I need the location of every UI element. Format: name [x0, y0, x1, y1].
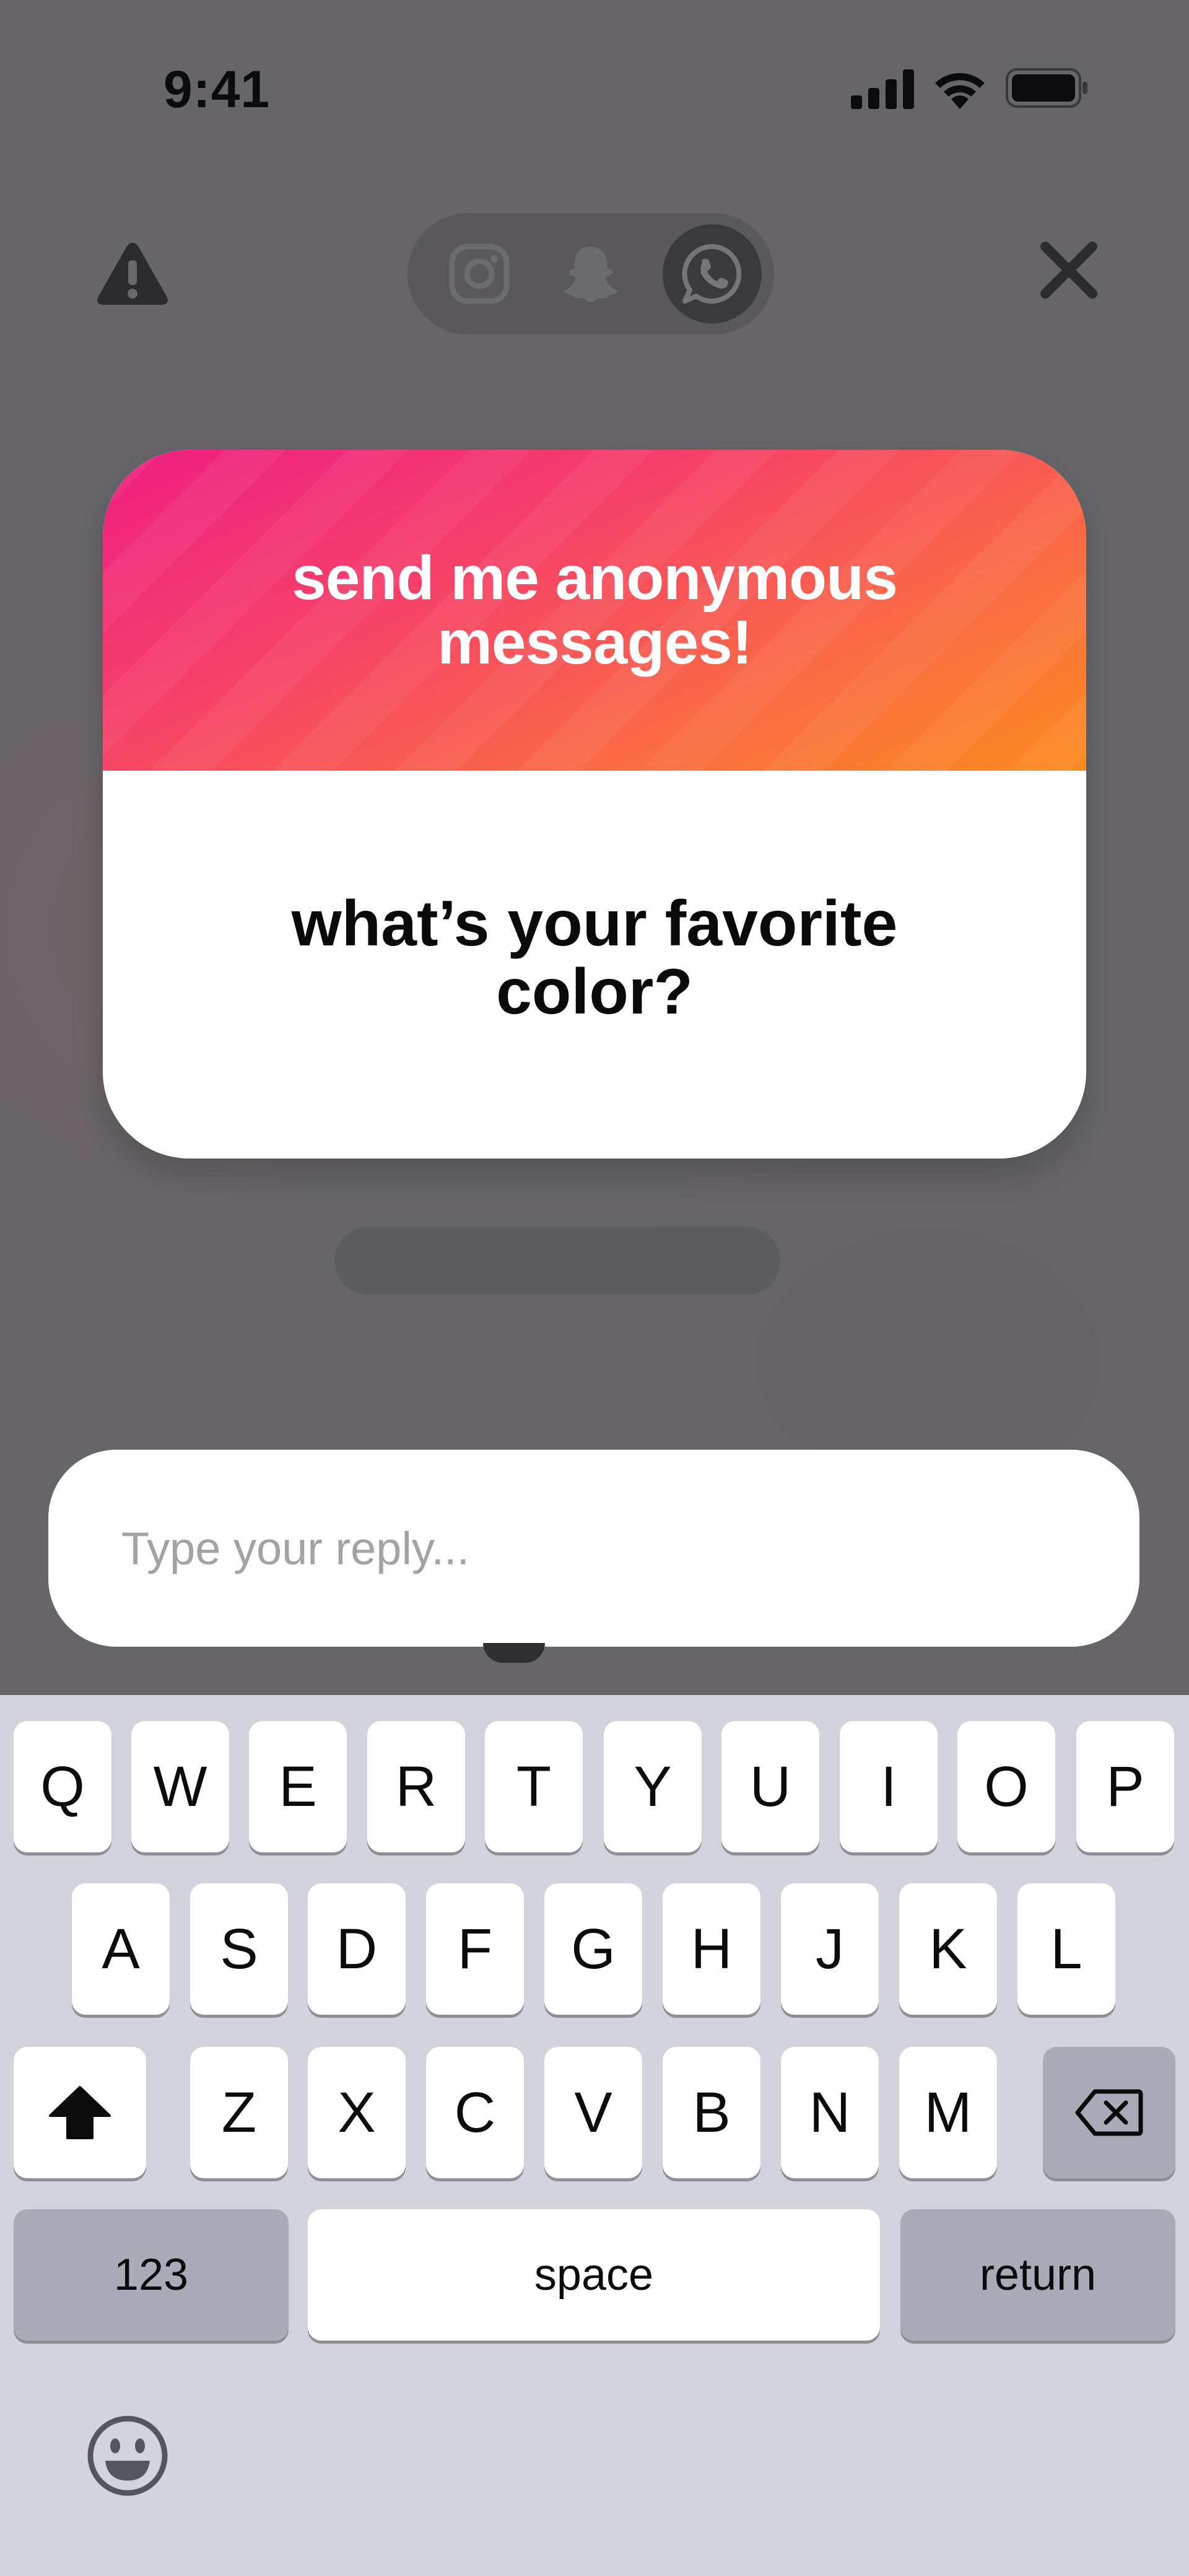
- emoji-icon[interactable]: [85, 2414, 170, 2498]
- share-whatsapp-button[interactable]: [663, 224, 762, 323]
- key-q[interactable]: Q: [14, 1721, 111, 1852]
- share-target-selector: [407, 213, 774, 335]
- key-b[interactable]: B: [663, 2047, 760, 2178]
- key-i[interactable]: I: [840, 1721, 938, 1852]
- question-card: send me anonymous messages! what’s your …: [103, 450, 1086, 1159]
- snapchat-icon: [564, 247, 618, 302]
- key-f[interactable]: F: [426, 1883, 524, 2015]
- key-s[interactable]: S: [190, 1883, 288, 2015]
- key-u[interactable]: U: [721, 1721, 819, 1852]
- delete-key[interactable]: [1043, 2047, 1175, 2178]
- shift-key[interactable]: [14, 2047, 146, 2178]
- share-instagram-button[interactable]: [430, 224, 529, 323]
- key-c[interactable]: C: [426, 2047, 524, 2178]
- status-time: 9:41: [163, 60, 271, 118]
- key-x[interactable]: X: [308, 2047, 406, 2178]
- share-snapchat-button[interactable]: [541, 224, 640, 323]
- close-icon[interactable]: [1038, 239, 1100, 301]
- wifi-icon: [935, 73, 985, 109]
- key-p[interactable]: P: [1076, 1721, 1174, 1852]
- signal-icon: [851, 69, 914, 109]
- delete-icon: [1075, 2089, 1143, 2136]
- card-body: what’s your favorite color?: [103, 771, 1086, 1159]
- key-m[interactable]: M: [899, 2047, 997, 2178]
- key-a[interactable]: A: [72, 1883, 170, 2015]
- key-w[interactable]: W: [131, 1721, 229, 1852]
- key-z[interactable]: Z: [190, 2047, 288, 2178]
- key-n[interactable]: N: [781, 2047, 879, 2178]
- decorative-shadow: [334, 1227, 780, 1295]
- warning-icon[interactable]: [95, 240, 170, 307]
- shift-icon: [49, 2086, 111, 2139]
- card-header: send me anonymous messages!: [103, 450, 1086, 771]
- key-y[interactable]: Y: [604, 1721, 702, 1852]
- card-question: what’s your favorite color?: [291, 888, 898, 1028]
- key-e[interactable]: E: [249, 1721, 347, 1852]
- battery-icon: [1006, 68, 1087, 108]
- key-k[interactable]: K: [899, 1883, 997, 2015]
- numbers-key[interactable]: 123: [14, 2209, 289, 2341]
- whatsapp-icon: [682, 243, 742, 304]
- reply-input[interactable]: [121, 1450, 1087, 1647]
- key-t[interactable]: T: [485, 1721, 583, 1852]
- space-key[interactable]: space: [308, 2209, 880, 2341]
- reply-box[interactable]: [48, 1450, 1139, 1647]
- instagram-icon: [449, 243, 510, 304]
- key-o[interactable]: O: [957, 1721, 1055, 1852]
- return-key[interactable]: return: [900, 2209, 1175, 2341]
- key-r[interactable]: R: [367, 1721, 465, 1852]
- key-d[interactable]: D: [308, 1883, 406, 2015]
- key-h[interactable]: H: [663, 1883, 760, 2015]
- key-v[interactable]: V: [544, 2047, 642, 2178]
- card-header-text: send me anonymous messages!: [292, 543, 898, 677]
- key-l[interactable]: L: [1017, 1883, 1115, 2015]
- key-g[interactable]: G: [544, 1883, 642, 2015]
- key-j[interactable]: J: [781, 1883, 879, 2015]
